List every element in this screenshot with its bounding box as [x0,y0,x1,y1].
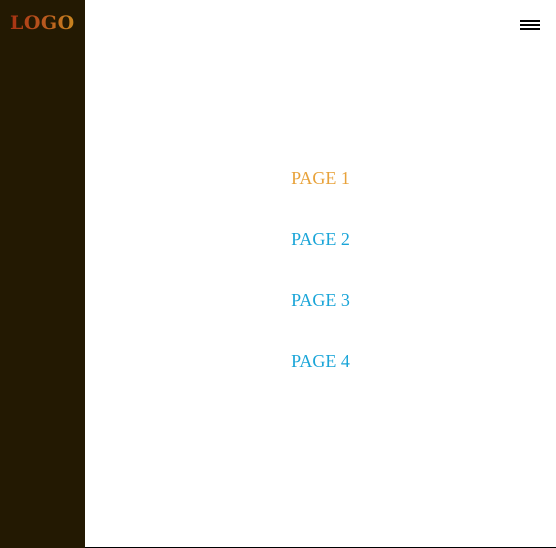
nav-link-page-1[interactable]: PAGE 1 [291,168,350,188]
menu-bar [520,24,540,26]
menu-bar [520,20,540,22]
sidebar: LOGO [0,0,85,548]
nav-link-page-3[interactable]: PAGE 3 [291,290,350,310]
nav-item: PAGE 1 [85,165,556,226]
hamburger-menu-icon[interactable] [520,19,540,31]
main-content: PAGE 1 PAGE 2 PAGE 3 PAGE 4 [85,0,556,548]
menu-bar [520,28,540,30]
nav-item: PAGE 4 [85,348,556,409]
nav-link-page-4[interactable]: PAGE 4 [291,351,350,371]
nav-link-page-2[interactable]: PAGE 2 [291,229,350,249]
nav-item: PAGE 3 [85,287,556,348]
nav-menu: PAGE 1 PAGE 2 PAGE 3 PAGE 4 [85,165,556,409]
nav-item: PAGE 2 [85,226,556,287]
logo[interactable]: LOGO [10,12,75,34]
